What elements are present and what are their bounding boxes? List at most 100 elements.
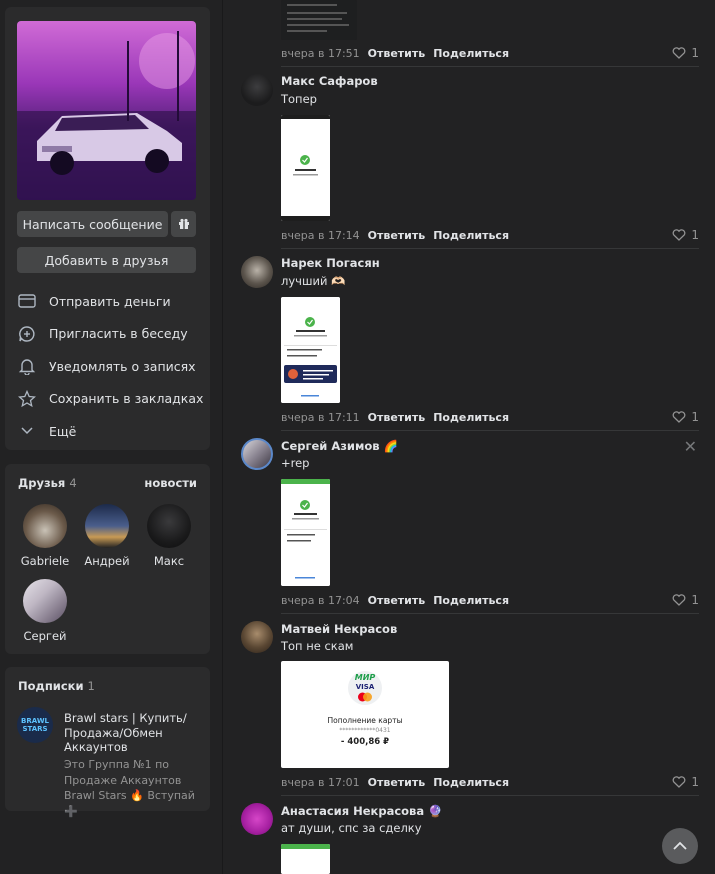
comment-meta: вчера в 17:51 Ответить Поделиться xyxy=(281,47,509,60)
avatar[interactable] xyxy=(241,438,273,470)
like-button[interactable]: 1 xyxy=(672,593,699,607)
comment-divider xyxy=(281,248,699,249)
gift-icon xyxy=(178,218,189,229)
group-name[interactable]: Brawl stars | Купить/Продажа/Обмен Аккау… xyxy=(64,711,204,755)
comment-text: лучший 🫶🏻 xyxy=(281,274,346,288)
heart-icon xyxy=(672,229,686,241)
card-amount: - 400,86 ₽ xyxy=(340,737,390,747)
gift-button[interactable] xyxy=(171,211,196,237)
comment-divider xyxy=(281,613,699,614)
comment-divider xyxy=(281,430,699,431)
like-button[interactable]: 1 xyxy=(672,228,699,242)
share-button[interactable]: Поделиться xyxy=(433,47,509,60)
friend-name: Андрей xyxy=(84,554,130,568)
mastercard-icon xyxy=(358,692,372,702)
menu-label: Уведомлять о записях xyxy=(49,358,196,374)
friend-item[interactable]: Gabriele xyxy=(15,504,75,568)
menu-label: Отправить деньги xyxy=(49,293,171,309)
close-icon[interactable]: ✕ xyxy=(684,437,697,456)
menu-label: Ещё xyxy=(49,423,77,439)
avatar[interactable] xyxy=(241,256,273,288)
subscriptions-title[interactable]: Подписки 1 xyxy=(18,679,95,693)
avatar xyxy=(23,579,67,623)
menu-label: Пригласить в беседу xyxy=(49,326,188,342)
comment-image[interactable] xyxy=(281,844,330,874)
comment-text: Топ не скам xyxy=(281,639,354,653)
scroll-to-top-button[interactable] xyxy=(662,828,698,864)
friend-name: Сергей xyxy=(23,629,67,643)
reply-button[interactable]: Ответить xyxy=(368,411,426,424)
share-button[interactable]: Поделиться xyxy=(433,594,509,607)
comment-meta: вчера в 17:11 Ответить Поделиться xyxy=(281,411,509,424)
heart-icon xyxy=(672,411,686,423)
comment-image[interactable] xyxy=(281,479,330,586)
comment-time[interactable]: вчера в 17:14 xyxy=(281,229,360,242)
friends-title[interactable]: Друзья 4 xyxy=(18,476,77,490)
friends-count: 4 xyxy=(69,476,77,490)
comment-meta: вчера в 17:01 Ответить Поделиться xyxy=(281,776,509,789)
comment-text: +rep xyxy=(281,456,310,470)
card-number: ************0431 xyxy=(339,727,391,734)
comment-image[interactable] xyxy=(281,297,340,403)
heart-icon xyxy=(672,594,686,606)
group-avatar[interactable]: BRAWL STARS xyxy=(17,707,53,743)
reply-button[interactable]: Ответить xyxy=(368,47,426,60)
reply-button[interactable]: Ответить xyxy=(368,776,426,789)
subscriptions-title-label: Подписки xyxy=(18,679,84,693)
comment-divider xyxy=(281,66,699,67)
like-button[interactable]: 1 xyxy=(672,410,699,424)
comment-text: ат души, спс за сделку xyxy=(281,821,422,835)
friends-news-link[interactable]: новости xyxy=(144,476,197,490)
friend-item[interactable]: Андрей xyxy=(77,504,137,568)
menu-notify-posts[interactable]: Уведомлять о записях xyxy=(17,350,207,383)
friend-item[interactable]: Макс xyxy=(139,504,199,568)
friend-name: Gabriele xyxy=(20,554,70,568)
avatar[interactable] xyxy=(241,621,273,653)
like-count: 1 xyxy=(691,410,699,424)
comment-time[interactable]: вчера в 17:04 xyxy=(281,594,360,607)
comment-meta: вчера в 17:14 Ответить Поделиться xyxy=(281,229,509,242)
comments-column: вчера в 17:51 Ответить Поделиться 1 Макс С… xyxy=(223,0,715,874)
avatar[interactable] xyxy=(241,803,273,835)
card-brand: МИР xyxy=(354,673,376,682)
comment-author[interactable]: Нарек Погасян xyxy=(281,256,380,270)
profile-actions-menu: Отправить деньги Пригласить в беседу Уве… xyxy=(17,285,207,448)
group-description: Это Группа №1 по Продаже Аккаунтов Brawl… xyxy=(64,758,195,818)
chat-plus-icon xyxy=(17,324,37,344)
comment-author[interactable]: Сергей Азимов 🌈 xyxy=(281,439,398,453)
menu-more[interactable]: Ещё xyxy=(17,415,207,448)
menu-label: Сохранить в закладках xyxy=(49,391,204,407)
reply-button[interactable]: Ответить xyxy=(368,594,426,607)
comment-author[interactable]: Анастасия Некрасова 🔮 xyxy=(281,804,442,818)
friends-block: Друзья 4 новости Gabriele Андрей Макс Сер… xyxy=(5,464,210,654)
friend-item[interactable]: Сергей xyxy=(15,579,75,643)
like-button[interactable]: 1 xyxy=(672,775,699,789)
comment-time[interactable]: вчера в 17:51 xyxy=(281,47,360,60)
comment-image[interactable] xyxy=(281,0,357,40)
share-button[interactable]: Поделиться xyxy=(433,229,509,242)
comment-time[interactable]: вчера в 17:01 xyxy=(281,776,360,789)
share-button[interactable]: Поделиться xyxy=(433,776,509,789)
avatar[interactable] xyxy=(241,74,273,106)
like-button[interactable]: 1 xyxy=(672,46,699,60)
menu-bookmark[interactable]: Сохранить в закладках xyxy=(17,383,207,416)
avatar xyxy=(85,504,129,548)
card-title: Пополнение карты xyxy=(327,716,403,725)
share-button[interactable]: Поделиться xyxy=(433,411,509,424)
like-count: 1 xyxy=(691,228,699,242)
chevron-up-icon xyxy=(673,841,687,850)
comment-author[interactable]: Матвей Некрасов xyxy=(281,622,397,636)
menu-invite-chat[interactable]: Пригласить в беседу xyxy=(17,318,207,351)
comment-time[interactable]: вчера в 17:11 xyxy=(281,411,360,424)
comment-image[interactable]: МИР VISA Пополнение карты ************04… xyxy=(281,661,449,768)
comment-image[interactable] xyxy=(281,115,330,221)
subscriptions-block: Подписки 1 BRAWL STARS Brawl stars | Купи… xyxy=(5,667,210,818)
reply-button[interactable]: Ответить xyxy=(368,229,426,242)
comment-author[interactable]: Макс Сафаров xyxy=(281,74,378,88)
profile-photo[interactable] xyxy=(17,21,196,200)
menu-send-money[interactable]: Отправить деньги xyxy=(17,285,207,318)
friends-title-label: Друзья xyxy=(18,476,66,490)
like-count: 1 xyxy=(691,46,699,60)
write-message-button[interactable]: Написать сообщение xyxy=(17,211,168,237)
add-friend-button[interactable]: Добавить в друзья xyxy=(17,247,196,273)
